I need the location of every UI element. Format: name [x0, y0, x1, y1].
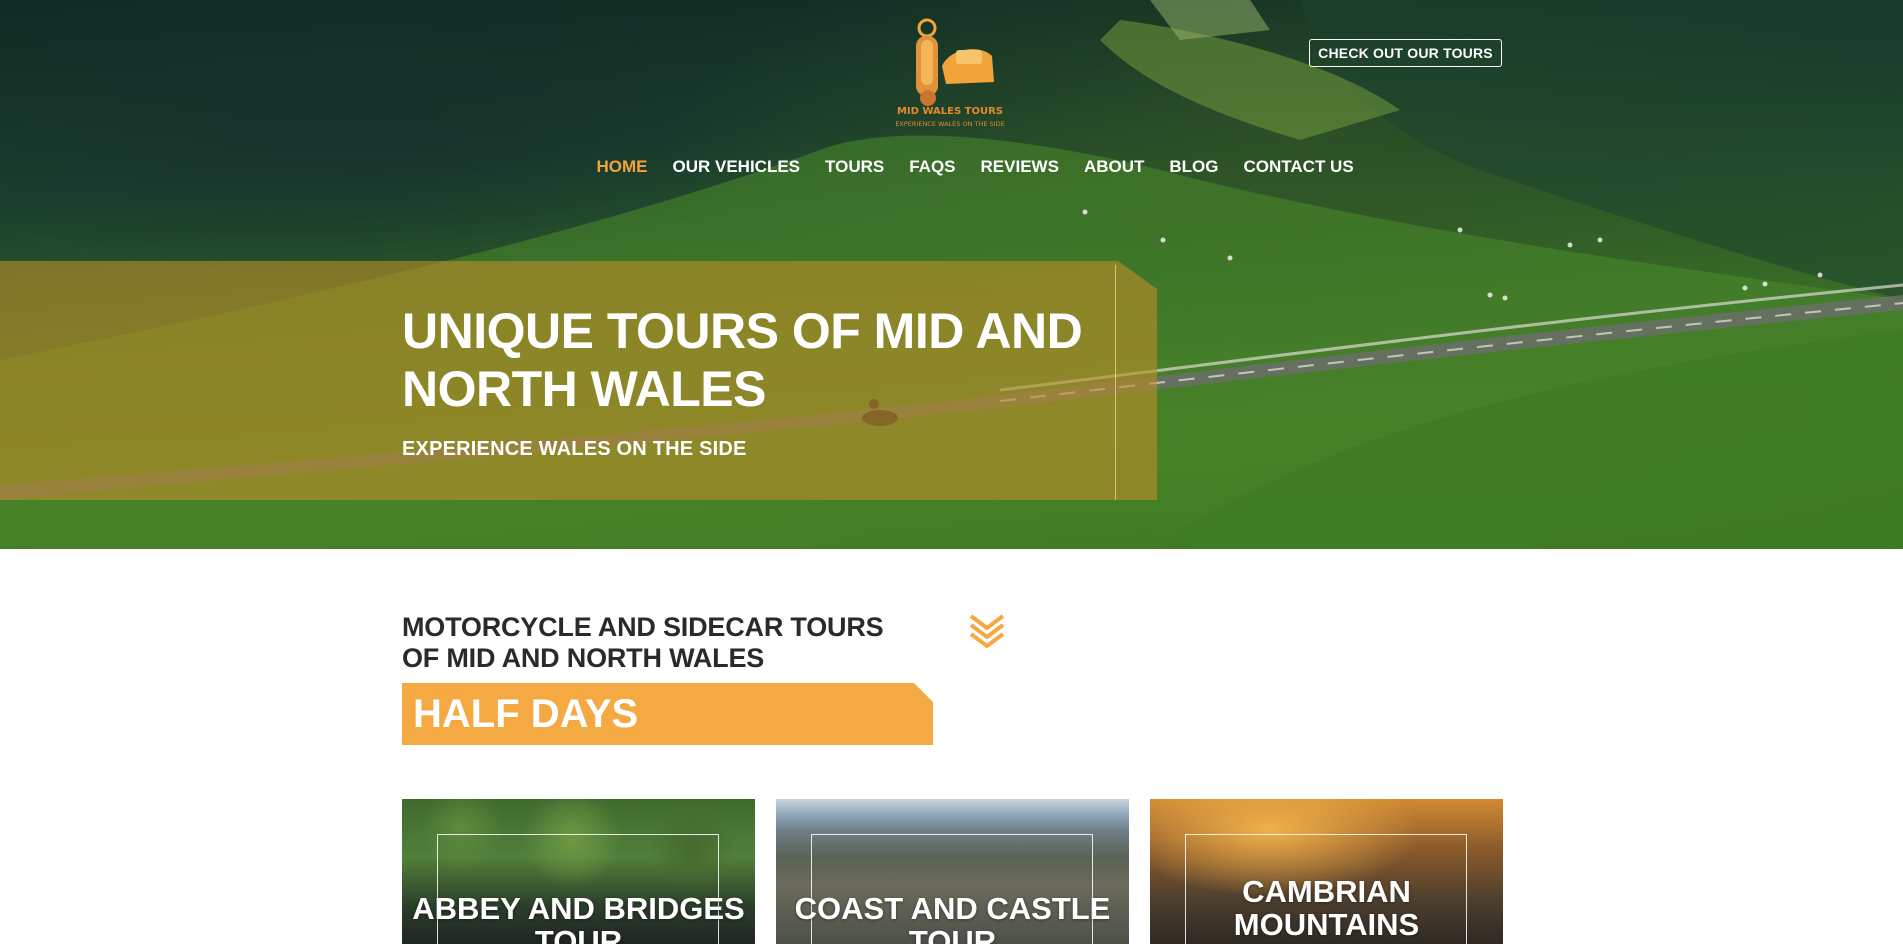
chevron-double-down-icon[interactable]	[968, 612, 1006, 648]
check-out-tours-button[interactable]: CHECK OUT OUR TOURS	[1309, 39, 1502, 67]
svg-text:MID WALES TOURS: MID WALES TOURS	[897, 106, 1003, 117]
hero-section: MID WALES TOURS EXPERIENCE WALES ON THE …	[0, 0, 1903, 549]
hero-subtitle: EXPERIENCE WALES ON THE SIDE	[402, 438, 747, 460]
nav-item-home[interactable]: HOME	[584, 155, 660, 179]
site-logo[interactable]: MID WALES TOURS EXPERIENCE WALES ON THE …	[880, 14, 1020, 132]
tour-card-cambrian-mountains[interactable]: CAMBRIAN MOUNTAINS	[1150, 799, 1503, 944]
hero-title: UNIQUE TOURS OF MID AND NORTH WALES	[402, 303, 1083, 417]
svg-text:EXPERIENCE WALES ON THE SIDE: EXPERIENCE WALES ON THE SIDE	[895, 120, 1004, 128]
nav-item-tours[interactable]: TOURS	[813, 155, 897, 179]
tour-card-title: COAST AND CASTLE TOUR	[794, 891, 1111, 944]
main-nav: HOME OUR VEHICLES TOURS FAQS REVIEWS ABO…	[584, 155, 1366, 179]
nav-item-blog[interactable]: BLOG	[1157, 155, 1231, 179]
tour-card-abbey-and-bridges[interactable]: ABBEY AND BRIDGES TOUR	[402, 799, 755, 944]
nav-item-our-vehicles[interactable]: OUR VEHICLES	[660, 155, 813, 179]
nav-item-faqs[interactable]: FAQS	[897, 155, 968, 179]
tour-card-title: ABBEY AND BRIDGES TOUR	[412, 891, 745, 944]
category-label: HALF DAYS	[413, 692, 639, 736]
tour-card-coast-and-castle[interactable]: COAST AND CASTLE TOUR	[776, 799, 1129, 944]
nav-item-about[interactable]: ABOUT	[1071, 155, 1156, 179]
category-banner-half-days: HALF DAYS	[402, 683, 933, 745]
nav-item-reviews[interactable]: REVIEWS	[968, 155, 1071, 179]
tour-card-title: CAMBRIAN MOUNTAINS	[1233, 874, 1420, 942]
section-heading: MOTORCYCLE AND SIDECAR TOURS OF MID AND …	[402, 612, 884, 673]
nav-item-contact-us[interactable]: CONTACT US	[1231, 155, 1366, 179]
